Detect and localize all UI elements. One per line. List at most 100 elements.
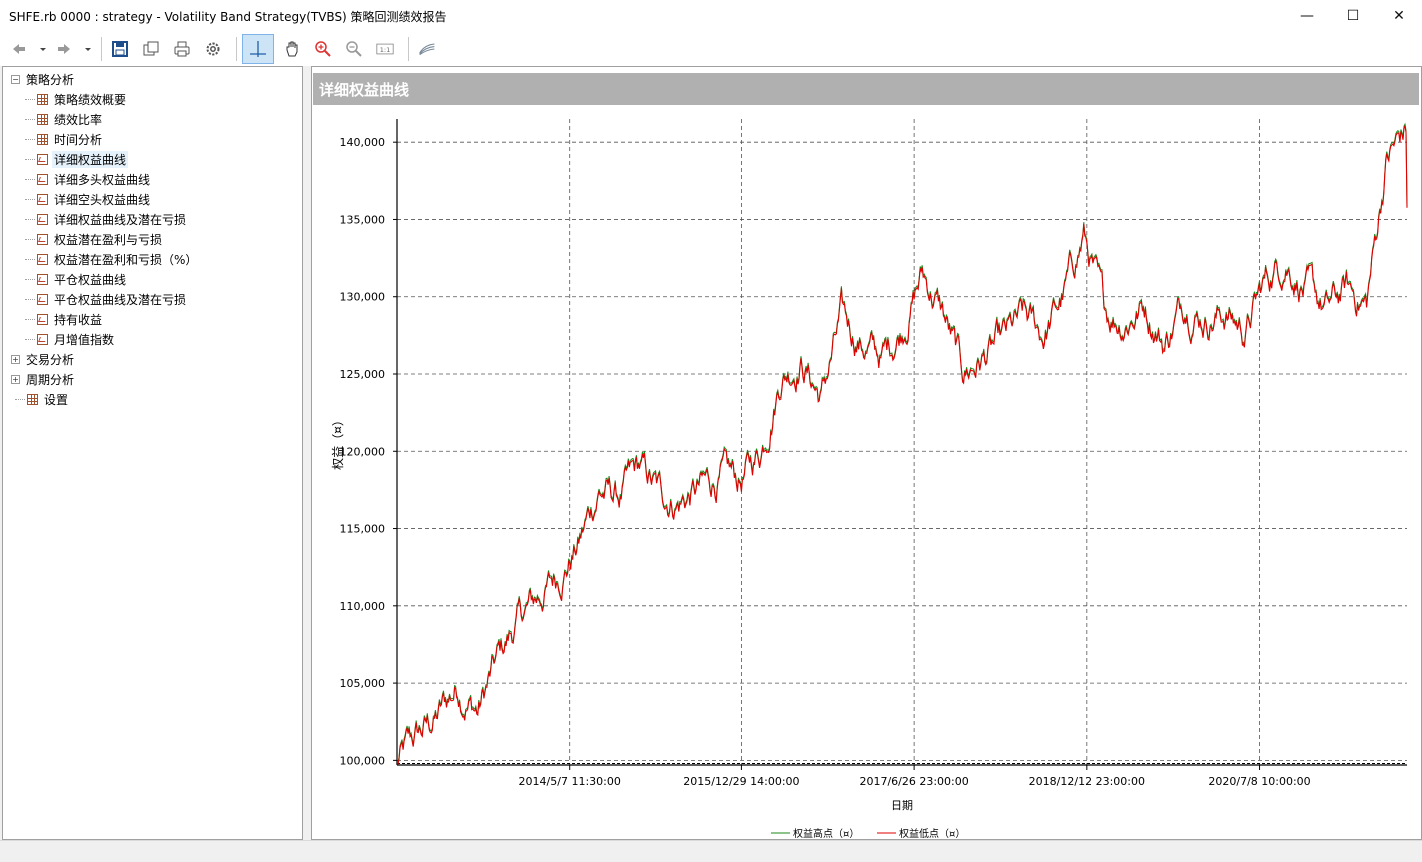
x-tick-label: 2017/6/26 23:00:00 (859, 775, 968, 788)
tree-connector (25, 218, 35, 220)
tree-node-settings[interactable]: 设置 (3, 389, 302, 409)
zoom-out-icon (346, 41, 362, 57)
tree-item-label: 绩效比率 (54, 112, 103, 127)
window-title: SHFE.rb 0000 : strategy - Volatility Ban… (9, 9, 447, 24)
tree-node-label: 周期分析 (26, 372, 75, 387)
table-report-icon (37, 133, 48, 145)
tree-item-label: 持有收益 (54, 312, 103, 327)
x-tick-label: 2020/7/8 10:00:00 (1208, 775, 1310, 788)
y-tick-label: 135,000 (340, 213, 386, 226)
tree-connector (25, 158, 35, 160)
settings-button[interactable] (200, 36, 226, 62)
tree-item-9[interactable]: 平仓权益曲线 (3, 269, 302, 289)
tree-connector (25, 258, 35, 260)
tree-item-label: 平仓权益曲线 (54, 272, 127, 287)
tree-item-7[interactable]: 权益潜在盈利与亏损 (3, 229, 302, 249)
collapse-icon[interactable]: − (11, 74, 20, 84)
actual-size-label: 1:1 (380, 46, 391, 54)
chart-report-icon (37, 153, 48, 165)
y-tick-label: 105,000 (340, 677, 386, 690)
tree-connector (25, 178, 35, 180)
y-tick-label: 120,000 (340, 445, 386, 458)
legend-label-low: 权益低点（¤） (899, 827, 965, 839)
tree-item-label: 权益潜在盈利和亏损（%） (54, 252, 198, 267)
tree-node-other-1[interactable]: + 周期分析 (3, 369, 302, 389)
toolbar-separator (408, 37, 409, 61)
toolbar: 1:1 (0, 32, 1422, 66)
minimize-button[interactable]: — (1284, 0, 1330, 32)
tree-item-5[interactable]: 详细空头权益曲线 (3, 189, 302, 209)
toolbar-separator (101, 37, 102, 61)
tree-item-label: 详细空头权益曲线 (54, 192, 151, 207)
back-dropdown-button[interactable] (37, 36, 49, 62)
y-tick-label: 125,000 (340, 368, 386, 381)
back-icon (13, 44, 25, 54)
tree-connector (25, 318, 35, 320)
forward-dropdown-button[interactable] (82, 36, 94, 62)
y-tick-label: 115,000 (340, 523, 386, 536)
actual-size-icon: 1:1 (376, 43, 394, 55)
tree-item-10[interactable]: 平仓权益曲线及潜在亏损 (3, 289, 302, 309)
tree-item-12[interactable]: 月增值指数 (3, 329, 302, 349)
zoom-out-button[interactable] (341, 36, 367, 62)
tree-connector (25, 238, 35, 240)
crosshair-icon (250, 41, 266, 57)
chart-report-icon (37, 313, 48, 325)
maximize-button[interactable]: ☐ (1330, 0, 1376, 32)
zoom-in-icon (315, 41, 331, 57)
equity-chart[interactable]: 100,000 105,000 110,000 115,000 120,000 125,0… (312, 111, 1420, 839)
pan-button[interactable] (279, 36, 305, 62)
chart-report-icon (37, 333, 48, 345)
x-tick-label: 2015/12/29 14:00:00 (683, 775, 799, 788)
tree-item-1[interactable]: 绩效比率 (3, 109, 302, 129)
back-button[interactable] (6, 36, 32, 62)
report-content: 详细权益曲线 100,000 105,000 110,000 115,000 120,0… (311, 66, 1422, 840)
tree-connector (15, 398, 25, 400)
copy-button[interactable] (138, 36, 164, 62)
y-tick-label: 100,000 (340, 754, 386, 767)
x-tick-label: 2014/5/7 11:30:00 (519, 775, 621, 788)
tree-node-label: 设置 (44, 392, 69, 407)
tree-item-0[interactable]: 策略绩效概要 (3, 89, 302, 109)
tree-item-6[interactable]: 详细权益曲线及潜在亏损 (3, 209, 302, 229)
tree-node-label: 策略分析 (26, 72, 75, 87)
tree-connector (25, 298, 35, 300)
print-button[interactable] (169, 36, 195, 62)
pan-hand-icon (286, 41, 298, 57)
tree-item-3[interactable]: 详细权益曲线 (3, 149, 302, 169)
crosshair-button[interactable] (242, 34, 274, 64)
table-report-icon (27, 393, 38, 405)
print-icon (174, 41, 190, 57)
chart-report-icon (37, 273, 48, 285)
copy-icon (143, 41, 159, 56)
tree-connector (25, 138, 35, 140)
save-button[interactable] (107, 36, 133, 62)
tree-item-2[interactable]: 时间分析 (3, 129, 302, 149)
tree-item-11[interactable]: 持有收益 (3, 309, 302, 329)
tree-node-strategy-analysis[interactable]: − 策略分析 (3, 69, 302, 89)
tree-item-label: 时间分析 (54, 132, 103, 147)
chart-report-icon (37, 173, 48, 185)
tree-item-label: 详细多头权益曲线 (54, 172, 151, 187)
close-button[interactable]: ✕ (1376, 0, 1422, 32)
tree-connector (25, 118, 35, 120)
tree-item-8[interactable]: 权益潜在盈利和亏损（%） (3, 249, 302, 269)
settings-icon (206, 42, 220, 56)
table-report-icon (37, 93, 48, 105)
series-equity-high (397, 122, 1408, 763)
tree-connector (25, 198, 35, 200)
chart-style-button[interactable] (414, 36, 440, 62)
forward-button[interactable] (51, 36, 77, 62)
y-tick-label: 130,000 (340, 291, 386, 304)
actual-size-button[interactable]: 1:1 (372, 36, 398, 62)
tree-node-other-0[interactable]: + 交易分析 (3, 349, 302, 369)
tree-node-label: 交易分析 (26, 352, 75, 367)
chart-report-icon (37, 233, 48, 245)
tree-item-4[interactable]: 详细多头权益曲线 (3, 169, 302, 189)
tree-item-label: 详细权益曲线 (52, 150, 129, 168)
expand-icon[interactable]: + (11, 354, 20, 364)
expand-icon[interactable]: + (11, 374, 20, 384)
tree-item-label: 月增值指数 (54, 332, 115, 347)
tree-item-label: 平仓权益曲线及潜在亏损 (54, 292, 187, 307)
zoom-in-button[interactable] (310, 36, 336, 62)
